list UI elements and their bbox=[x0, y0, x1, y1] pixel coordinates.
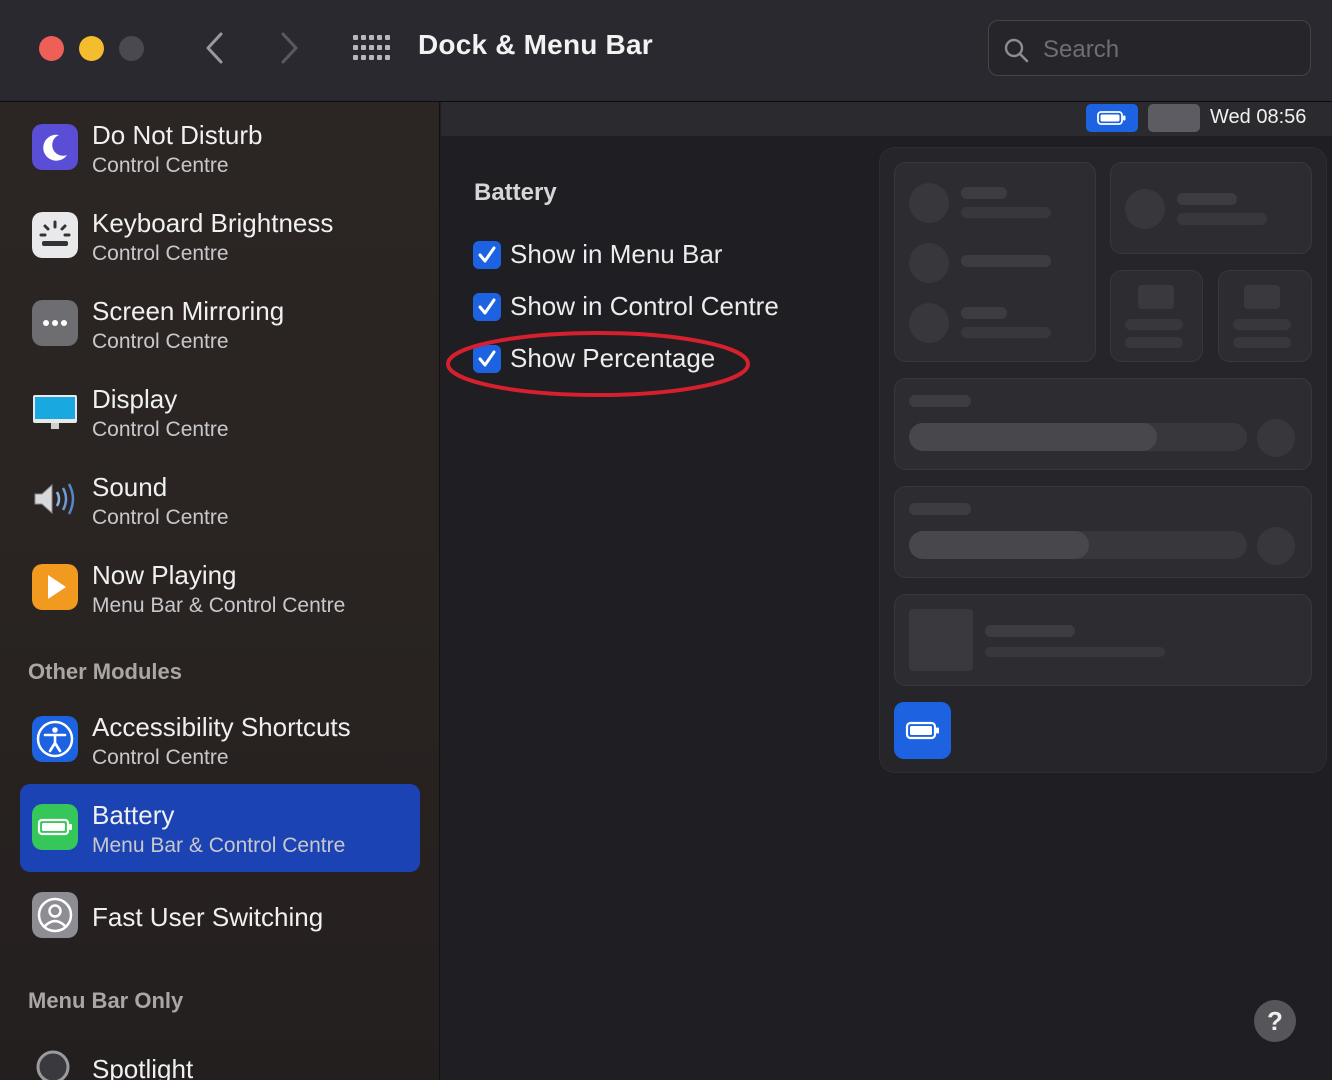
sidebar-item-label: Fast User Switching bbox=[92, 902, 324, 932]
play-icon bbox=[32, 564, 78, 610]
sidebar-item-label: Now Playing bbox=[92, 560, 237, 590]
sidebar-item-accessibility-shortcuts[interactable]: Accessibility Shortcuts Control Centre bbox=[20, 696, 420, 784]
preview-display-slider-tile bbox=[894, 378, 1312, 470]
show-in-menu-bar-label[interactable]: Show in Menu Bar bbox=[510, 239, 722, 270]
control-centre-preview bbox=[879, 147, 1327, 773]
close-button[interactable] bbox=[39, 36, 64, 61]
sidebar-item-sound[interactable]: Sound Control Centre bbox=[20, 456, 420, 544]
battery-settings-pane: Wed 08:56 Battery Show in Menu Bar Show … bbox=[441, 102, 1332, 1080]
search-field[interactable]: Search bbox=[988, 20, 1311, 76]
sidebar-item-sublabel: Menu Bar & Control Centre bbox=[92, 594, 346, 617]
sidebar-item-label: Spotlight bbox=[92, 1054, 194, 1080]
show-in-control-centre-label[interactable]: Show in Control Centre bbox=[510, 291, 779, 322]
preview-now-playing-tile bbox=[894, 594, 1312, 686]
sidebar-item-now-playing[interactable]: Now Playing Menu Bar & Control Centre bbox=[20, 544, 420, 632]
show-in-control-centre-checkbox[interactable] bbox=[473, 293, 501, 321]
sidebar-item-label: Sound bbox=[92, 472, 168, 502]
sidebar[interactable]: Do Not Disturb Control Centre Keyboard B… bbox=[0, 102, 440, 1080]
keyboard-brightness-icon bbox=[32, 212, 78, 258]
sidebar-item-label: Screen Mirroring bbox=[92, 296, 285, 326]
preview-battery-icon bbox=[894, 702, 951, 759]
sidebar-item-battery[interactable]: Battery Menu Bar & Control Centre bbox=[20, 784, 420, 872]
speaker-icon bbox=[34, 483, 75, 515]
preview-connectivity-tile bbox=[894, 162, 1096, 362]
sidebar-item-sublabel: Menu Bar & Control Centre bbox=[92, 834, 346, 857]
sidebar-item-display[interactable]: Display Control Centre bbox=[20, 368, 420, 456]
preview-small-tile-left bbox=[1110, 270, 1203, 362]
sidebar-item-label: Accessibility Shortcuts bbox=[92, 712, 351, 742]
battery-section-title: Battery bbox=[474, 179, 557, 206]
window-title: Dock & Menu Bar bbox=[418, 29, 653, 60]
zoom-button[interactable] bbox=[119, 36, 144, 61]
display-icon bbox=[33, 395, 77, 429]
sidebar-item-screen-mirroring[interactable]: Screen Mirroring Control Centre bbox=[20, 280, 420, 368]
user-icon bbox=[32, 892, 78, 938]
sidebar-item-keyboard-brightness[interactable]: Keyboard Brightness Control Centre bbox=[20, 192, 420, 280]
sidebar-item-spotlight[interactable]: Spotlight bbox=[20, 1024, 420, 1080]
sidebar-item-sublabel: Control Centre bbox=[92, 506, 229, 529]
menu-bar-placeholder-item bbox=[1148, 104, 1200, 132]
sidebar-item-sublabel: Control Centre bbox=[92, 418, 229, 441]
sidebar-item-label: Display bbox=[92, 384, 178, 414]
sidebar-item-sublabel: Control Centre bbox=[92, 330, 229, 353]
menu-bar-preview: Wed 08:56 bbox=[441, 102, 1332, 136]
annotation-ellipse bbox=[446, 331, 750, 397]
section-header-other-modules: Other Modules bbox=[28, 659, 183, 684]
sidebar-item-label: Battery bbox=[92, 800, 175, 830]
preview-sound-slider-tile bbox=[894, 486, 1312, 578]
sidebar-item-label: Do Not Disturb bbox=[92, 120, 263, 150]
section-header-menu-bar-only: Menu Bar Only bbox=[28, 988, 184, 1013]
moon-icon bbox=[32, 124, 78, 170]
sidebar-item-fast-user-switching[interactable]: Fast User Switching bbox=[20, 872, 420, 960]
show-all-grid-icon[interactable] bbox=[352, 34, 390, 62]
help-button[interactable]: ? bbox=[1254, 1000, 1296, 1042]
minimize-button[interactable] bbox=[79, 36, 104, 61]
screen-mirroring-icon bbox=[32, 300, 78, 346]
sidebar-item-sublabel: Control Centre bbox=[92, 746, 229, 769]
back-button[interactable] bbox=[200, 30, 230, 66]
search-placeholder: Search bbox=[1043, 36, 1120, 63]
accessibility-icon bbox=[32, 716, 78, 762]
menu-bar-battery-icon bbox=[1086, 104, 1138, 132]
show-in-menu-bar-checkbox[interactable] bbox=[473, 241, 501, 269]
spotlight-icon bbox=[36, 1050, 70, 1080]
sidebar-item-sublabel: Control Centre bbox=[92, 242, 229, 265]
titlebar: Dock & Menu Bar Search bbox=[0, 0, 1332, 102]
preview-small-tile-right bbox=[1218, 270, 1312, 362]
search-icon bbox=[1004, 38, 1029, 63]
forward-button[interactable] bbox=[274, 30, 304, 66]
battery-icon bbox=[32, 804, 78, 850]
preview-focus-tile bbox=[1110, 162, 1312, 254]
menu-bar-clock: Wed 08:56 bbox=[1210, 106, 1307, 128]
sidebar-item-do-not-disturb[interactable]: Do Not Disturb Control Centre bbox=[20, 104, 420, 192]
sidebar-item-sublabel: Control Centre bbox=[92, 154, 229, 177]
system-preferences-window: Dock & Menu Bar Search Do Not Disturb Co… bbox=[0, 0, 1332, 1080]
sidebar-item-label: Keyboard Brightness bbox=[92, 208, 334, 238]
